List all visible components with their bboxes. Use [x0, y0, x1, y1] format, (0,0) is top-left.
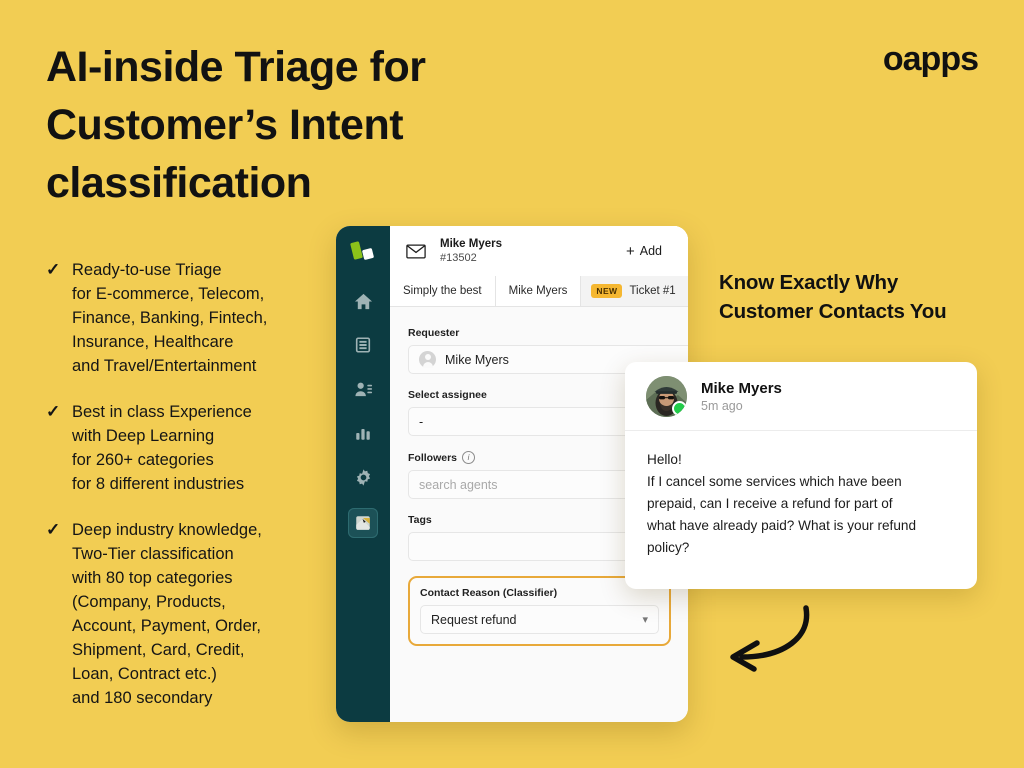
- online-status-dot: [672, 401, 687, 416]
- bullet-line: Account, Payment, Order,: [72, 617, 261, 635]
- sidebar-item-apps[interactable]: [348, 508, 378, 538]
- classifier-select[interactable]: Request refund ▾: [420, 605, 659, 634]
- classifier-value: Request refund: [431, 612, 517, 627]
- list-item: ✓ Deep industry knowledge, Two-Tier clas…: [46, 518, 346, 710]
- message-line: policy?: [647, 540, 690, 556]
- brand-logo: oapps: [882, 40, 979, 78]
- user-photo-avatar: [646, 376, 687, 417]
- list-item: ✓ Best in class Experience with Deep Lea…: [46, 400, 346, 496]
- ticket-id: #13502: [440, 251, 477, 264]
- chevron-down-icon: ▾: [642, 614, 648, 626]
- sidebar-item-home[interactable]: [350, 288, 376, 314]
- headline-line-3: classification: [46, 159, 312, 208]
- headline-line-2: Customer’s Intent: [46, 101, 404, 150]
- add-tab-button[interactable]: + Add: [600, 226, 688, 276]
- message-line: If I cancel some services which have bee…: [647, 474, 902, 490]
- tab-label: Mike Myers: [508, 285, 568, 297]
- list-item: ✓ Ready-to-use Triage for E-commerce, Te…: [46, 258, 346, 378]
- add-tab-label: Add: [639, 244, 662, 258]
- bullet-line: with 80 top categories: [72, 569, 233, 587]
- list-item-text: Best in class Experience with Deep Learn…: [72, 400, 252, 496]
- list-item-text: Ready-to-use Triage for E-commerce, Tele…: [72, 258, 267, 378]
- feature-list: ✓ Ready-to-use Triage for E-commerce, Te…: [46, 258, 346, 732]
- message-timestamp: 5m ago: [701, 399, 743, 413]
- app-sidebar: [336, 226, 390, 722]
- bullet-line: Finance, Banking, Fintech,: [72, 309, 268, 327]
- envelope-icon: [406, 244, 426, 259]
- requester-label: Requester: [408, 327, 460, 339]
- bullet-line: for E-commerce, Telecom,: [72, 285, 265, 303]
- message-line: Hello!: [647, 452, 682, 467]
- bullet-line: with Deep Learning: [72, 427, 215, 445]
- tab-label: Ticket #1: [629, 285, 676, 297]
- list-item-text: Deep industry knowledge, Two-Tier classi…: [72, 518, 262, 710]
- message-card: Mike Myers 5m ago Hello! If I cancel som…: [625, 362, 977, 589]
- secondary-heading-line-1: Know Exactly Why: [719, 271, 899, 294]
- message-line: what have already paid? What is your ref…: [647, 518, 917, 534]
- bullet-line: Best in class Experience: [72, 403, 252, 421]
- tab-label: Simply the best: [403, 285, 482, 297]
- tab-mike-myers[interactable]: Mike Myers: [495, 276, 582, 306]
- secondary-heading: Know Exactly Why Customer Contacts You: [719, 268, 999, 326]
- page-title: AI-inside Triage for Customer’s Intent c…: [46, 38, 516, 212]
- oapps-logo-icon: [349, 240, 377, 266]
- curved-arrow-icon: [730, 605, 810, 672]
- sidebar-item-reports[interactable]: [350, 420, 376, 446]
- sidebar-item-settings[interactable]: [350, 464, 376, 490]
- check-icon: ✓: [46, 260, 61, 279]
- bullet-line: for 260+ categories: [72, 451, 214, 469]
- tab-strip: Simply the best Mike Myers NEW Ticket #1: [390, 276, 688, 307]
- bullet-line: Two-Tier classification: [72, 545, 234, 563]
- plus-icon: +: [625, 242, 635, 260]
- check-icon: ✓: [46, 402, 61, 421]
- bullet-line: Ready-to-use Triage: [72, 261, 222, 279]
- followers-label-text: Followers: [408, 451, 458, 464]
- sidebar-item-contacts[interactable]: [350, 376, 376, 402]
- bullet-line: and 180 secondary: [72, 689, 213, 707]
- bullet-line: Shipment, Card, Credit,: [72, 641, 245, 659]
- message-body: Hello! If I cancel some services which h…: [625, 431, 977, 577]
- message-header: Mike Myers 5m ago: [625, 362, 977, 431]
- check-icon: ✓: [46, 520, 61, 539]
- sidebar-item-tickets[interactable]: [350, 332, 376, 358]
- classifier-label: Contact Reason (Classifier): [420, 587, 558, 599]
- avatar: [419, 351, 436, 368]
- tab-ticket-new[interactable]: NEW Ticket #1: [581, 276, 688, 306]
- message-line: prepaid, can I receive a refund for part…: [647, 496, 893, 512]
- ticket-requester-name: Mike Myers: [440, 237, 503, 250]
- bullet-line: for 8 different industries: [72, 475, 245, 493]
- new-badge: NEW: [591, 284, 623, 298]
- requester-value: Mike Myers: [445, 352, 509, 367]
- tab-simply-the-best[interactable]: Simply the best: [390, 276, 496, 306]
- bullet-line: Loan, Contract etc.): [72, 665, 217, 683]
- bullet-line: Insurance, Healthcare: [72, 333, 234, 351]
- bullet-line: and Travel/Entertainment: [72, 357, 257, 375]
- bullet-line: Deep industry knowledge,: [72, 521, 262, 539]
- ticket-header: Mike Myers #13502 × + Add: [390, 226, 688, 276]
- poster-canvas: AI-inside Triage for Customer’s Intent c…: [0, 0, 1024, 768]
- message-author-block: Mike Myers 5m ago: [701, 380, 782, 413]
- followers-placeholder: search agents: [419, 477, 498, 492]
- headline-line-1: AI-inside Triage for: [46, 43, 426, 91]
- assignee-value: -: [419, 414, 424, 429]
- info-icon[interactable]: i: [462, 451, 476, 464]
- secondary-heading-line-2: Customer Contacts You: [719, 300, 947, 324]
- bullet-line: (Company, Products,: [72, 593, 226, 611]
- ticket-requester-block: Mike Myers #13502: [440, 238, 502, 265]
- message-author-name: Mike Myers: [701, 380, 782, 397]
